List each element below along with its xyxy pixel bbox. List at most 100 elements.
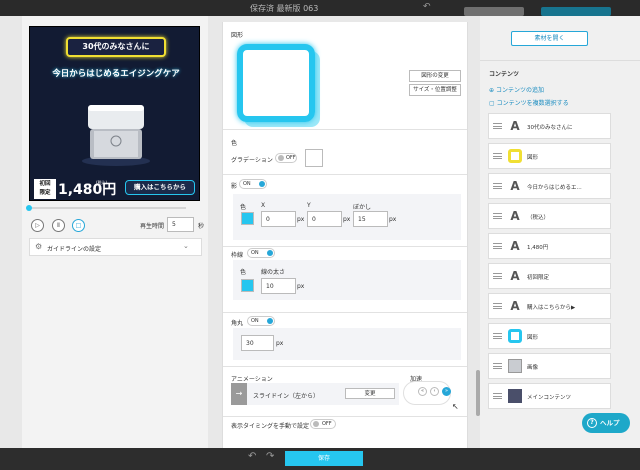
content-item[interactable]: メインコンテンツ: [488, 383, 611, 409]
shadow-blur-input[interactable]: 15: [353, 211, 388, 227]
toggle-knob: [313, 421, 319, 427]
shadow-x-input[interactable]: 0: [261, 211, 296, 227]
undo-icon[interactable]: ↶: [423, 2, 431, 12]
undo-icon[interactable]: ↶: [248, 451, 256, 462]
shape-preview: [237, 44, 315, 122]
divider: [223, 416, 467, 417]
content-item[interactable]: A 購入はこちらから▶: [488, 293, 611, 319]
banner-subline: 今日からはじめるエイジングケア: [52, 69, 180, 79]
help-label: ヘルプ: [600, 419, 620, 427]
drag-handle-icon[interactable]: [493, 333, 502, 339]
add-multiple-link[interactable]: ▢ コンテンツを複数選択する: [489, 98, 569, 107]
radius-input[interactable]: 30: [241, 335, 274, 351]
play-button[interactable]: ▷: [31, 219, 44, 232]
topbar-primary-button[interactable]: [541, 7, 611, 16]
banner-preview[interactable]: 30代のみなさんに 今日からはじめるエイジングケア 初回 限定 1,480円 (税…: [29, 26, 200, 201]
shadow-blur-label: ぼかし: [353, 204, 372, 211]
banner-headline: 30代のみなさんに: [66, 37, 166, 57]
radius-toggle[interactable]: ON: [247, 316, 275, 326]
border-width-label: 線の太さ: [261, 269, 286, 276]
playback-progress[interactable]: [26, 205, 186, 211]
content-item[interactable]: 画像: [488, 353, 611, 379]
main-content-icon: [508, 389, 522, 403]
topbar-secondary-button[interactable]: [464, 7, 524, 16]
color-section-label: 色: [231, 140, 238, 147]
pause-button[interactable]: Ⅱ: [52, 219, 65, 232]
drag-handle-icon[interactable]: [493, 243, 502, 249]
drag-handle-icon[interactable]: [493, 273, 502, 279]
change-shape-button[interactable]: 図形の変更: [409, 70, 461, 82]
content-item-label: 今日からはじめるエ...: [527, 185, 582, 191]
drag-handle-icon[interactable]: [493, 123, 502, 129]
drag-handle-icon[interactable]: [493, 393, 502, 399]
chevron-down-icon: ⌄: [183, 242, 189, 250]
first-time-badge: 初回 限定: [34, 179, 56, 199]
divider: [480, 60, 640, 61]
speed-normal[interactable]: ‹: [430, 387, 439, 396]
shadow-toggle[interactable]: ON: [239, 179, 267, 189]
guideline-settings[interactable]: ⚙ ガイドラインの設定 ⌄: [29, 238, 202, 256]
size-position-button[interactable]: サイズ・位置調整: [409, 84, 461, 96]
toggle-knob: [267, 318, 273, 324]
content-item[interactable]: 図形: [488, 143, 611, 169]
add-content-link[interactable]: ⊕ コンテンツの追加: [489, 85, 544, 94]
content-item[interactable]: A 今日からはじめるエ...: [488, 173, 611, 199]
animation-change-button[interactable]: 変更: [345, 388, 395, 399]
content-item-label: 図形: [527, 155, 539, 161]
toggle-knob: [267, 250, 273, 256]
stop-button[interactable]: □: [72, 219, 85, 232]
shape-editor: 図形 図形の変更 サイズ・位置調整 色 グラデーション OFF 影 ON 色 X…: [222, 22, 468, 448]
content-item[interactable]: 図形: [488, 323, 611, 349]
gradation-label: グラデーション: [231, 157, 273, 164]
animation-name: スライドイン（左から）: [253, 393, 320, 400]
border-label: 枠線: [231, 252, 244, 259]
speed-fast[interactable]: »: [442, 387, 451, 396]
border-color-label: 色: [240, 269, 247, 276]
text-icon: A: [510, 119, 520, 133]
save-button[interactable]: 保存: [285, 451, 363, 466]
contents-title: コンテンツ: [489, 71, 520, 78]
progress-knob[interactable]: [26, 205, 32, 211]
guideline-label: ガイドラインの設定: [47, 246, 102, 253]
help-button[interactable]: ? ヘルプ: [582, 413, 630, 433]
content-item-label: 購入はこちらから▶: [527, 305, 576, 311]
drag-handle-icon[interactable]: [493, 363, 502, 369]
gradation-toggle[interactable]: OFF: [275, 153, 297, 163]
redo-icon[interactable]: ↷: [266, 451, 274, 462]
unit-label: px: [343, 216, 351, 223]
content-item-label: 30代のみなさんに: [527, 125, 573, 131]
text-icon: A: [510, 299, 520, 313]
banner-price: 1,480円: [58, 182, 117, 198]
content-item[interactable]: A 初回限定: [488, 263, 611, 289]
shape-section-label: 図形: [231, 32, 244, 39]
content-item[interactable]: A 1,480円: [488, 233, 611, 259]
gear-icon: ⚙: [35, 242, 43, 251]
image-icon: [508, 359, 522, 373]
gradation-color-swatch[interactable]: [305, 149, 323, 167]
shadow-y-input[interactable]: 0: [307, 211, 342, 227]
speed-slow[interactable]: «: [418, 387, 427, 396]
shape-icon: [508, 149, 522, 163]
radius-label: 角丸: [231, 320, 244, 327]
drag-handle-icon[interactable]: [493, 183, 502, 189]
timing-toggle[interactable]: OFF: [310, 419, 336, 429]
toggle-knob: [278, 155, 284, 161]
border-toggle[interactable]: ON: [247, 248, 275, 258]
toggle-knob: [259, 181, 265, 187]
border-color-swatch[interactable]: [241, 279, 254, 292]
content-item[interactable]: A （税込）: [488, 203, 611, 229]
drag-handle-icon[interactable]: [493, 213, 502, 219]
cream-jar-image: [82, 105, 150, 166]
shadow-color-swatch[interactable]: [241, 212, 254, 225]
play-time-input[interactable]: 5: [167, 217, 194, 232]
shadow-color-label: 色: [240, 204, 247, 211]
text-icon: A: [510, 239, 520, 253]
drag-handle-icon[interactable]: [493, 153, 502, 159]
drag-handle-icon[interactable]: [493, 303, 502, 309]
content-item-label: メインコンテンツ: [527, 395, 572, 401]
content-item[interactable]: A 30代のみなさんに: [488, 113, 611, 139]
divider: [223, 129, 467, 130]
open-material-button[interactable]: 素材を開く: [511, 31, 588, 46]
border-width-input[interactable]: 10: [261, 278, 296, 294]
unit-label: px: [297, 283, 305, 290]
